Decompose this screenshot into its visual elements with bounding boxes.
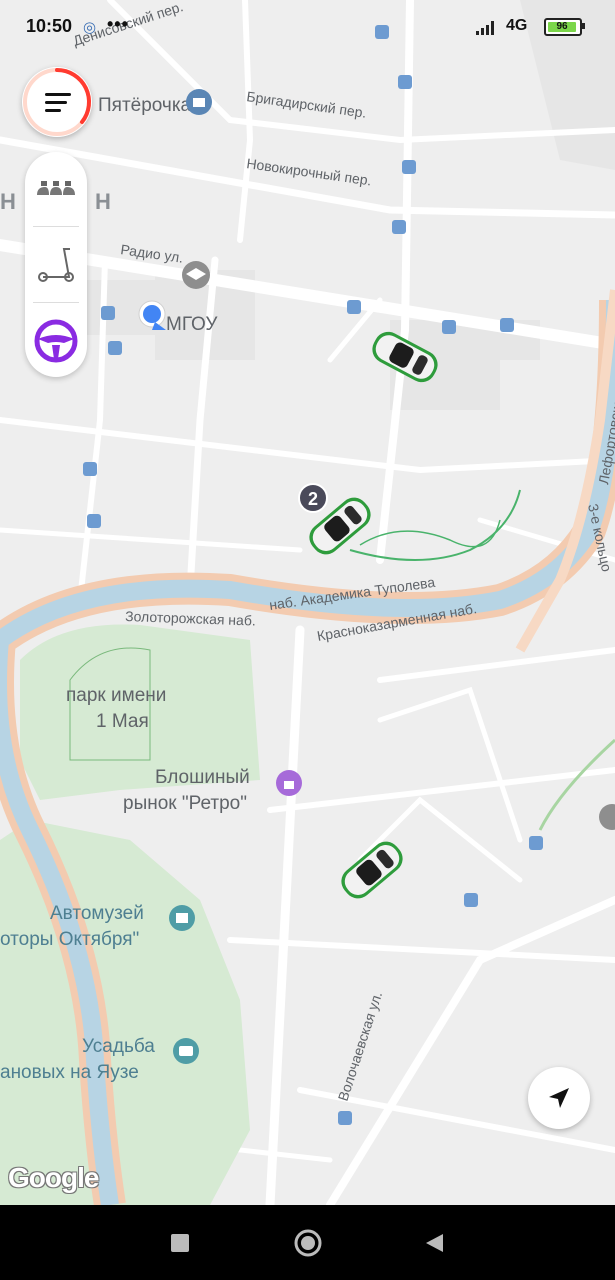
label-automuseum-1: Автомузей (50, 903, 144, 924)
recent-apps-icon (171, 1234, 189, 1252)
locate-me-button[interactable] (528, 1067, 590, 1129)
scooter-icon (38, 248, 74, 282)
tram-stop-icon (87, 514, 101, 528)
system-nav-bar (0, 1205, 615, 1280)
label-park-2: 1 Мая (96, 711, 149, 732)
tram-stop-icon (392, 220, 406, 234)
back-icon (426, 1234, 443, 1252)
taxi-mode-button[interactable] (25, 154, 87, 224)
home-icon (294, 1229, 322, 1257)
drive-mode-button[interactable] (25, 306, 87, 376)
tram-stop-icon (402, 160, 416, 174)
taxi-roof-icon (37, 181, 75, 195)
signal-icon (476, 21, 494, 35)
more-dots-icon: ••• (107, 14, 129, 34)
recent-apps-button[interactable] (160, 1225, 200, 1261)
mode-divider (33, 226, 79, 227)
home-button[interactable] (288, 1225, 328, 1261)
tram-stop-icon (500, 318, 514, 332)
car-cluster-badge[interactable]: 2 (298, 483, 328, 513)
steering-wheel-icon (34, 319, 78, 363)
hamburger-menu-icon (45, 93, 71, 117)
label-usadba-2: ановых на Яузе (0, 1062, 139, 1083)
battery-level: 96 (548, 22, 576, 32)
google-logo: Google (8, 1162, 99, 1193)
label-retro-2: рынок "Ретро" (123, 793, 247, 814)
market-poi-icon (276, 770, 302, 796)
car-cluster-count: 2 (308, 489, 318, 509)
battery-icon: 96 (544, 18, 582, 36)
tram-stop-icon (347, 300, 361, 314)
school-poi-icon (182, 261, 210, 289)
scooter-mode-button[interactable] (25, 230, 87, 300)
label-district-right: Н (95, 189, 111, 214)
network-type: 4G (506, 17, 528, 34)
label-usadba-1: Усадьба (82, 1036, 155, 1057)
shopping-poi-icon (186, 89, 212, 115)
camera-poi-icon (173, 1038, 199, 1064)
label-automuseum-2: оторы Октября" (0, 929, 139, 950)
mode-selector (25, 152, 87, 377)
map-view[interactable]: Денисовский пер. Пятёрочка Бригадирский … (0, 0, 615, 1205)
museum-poi-icon (169, 905, 195, 931)
tram-stop-icon (108, 341, 122, 355)
tram-stop-icon (442, 320, 456, 334)
tram-stop-icon (464, 893, 478, 907)
tram-stop-icon (398, 75, 412, 89)
tram-stop-icon (101, 306, 115, 320)
label-mgou: МГОУ (166, 314, 218, 335)
tram-stop-icon (338, 1111, 352, 1125)
back-button[interactable] (414, 1225, 454, 1261)
menu-button[interactable] (22, 67, 92, 137)
navigation-arrow-icon (549, 1088, 569, 1108)
mode-divider (33, 302, 79, 303)
tram-stop-icon (83, 462, 97, 476)
status-time: 10:50 (26, 16, 73, 36)
label-park-1: парк имени (66, 685, 166, 706)
label-pyaterochka: Пятёрочка (98, 95, 192, 116)
status-bar: 10:50 ◎ ••• 4G 96 (0, 0, 615, 56)
app-notification-icon: ◎ (83, 19, 97, 36)
battery-tip (582, 23, 585, 29)
label-district-left: Н (0, 189, 16, 214)
tram-stop-icon (529, 836, 543, 850)
label-retro-1: Блошиный (155, 767, 250, 788)
